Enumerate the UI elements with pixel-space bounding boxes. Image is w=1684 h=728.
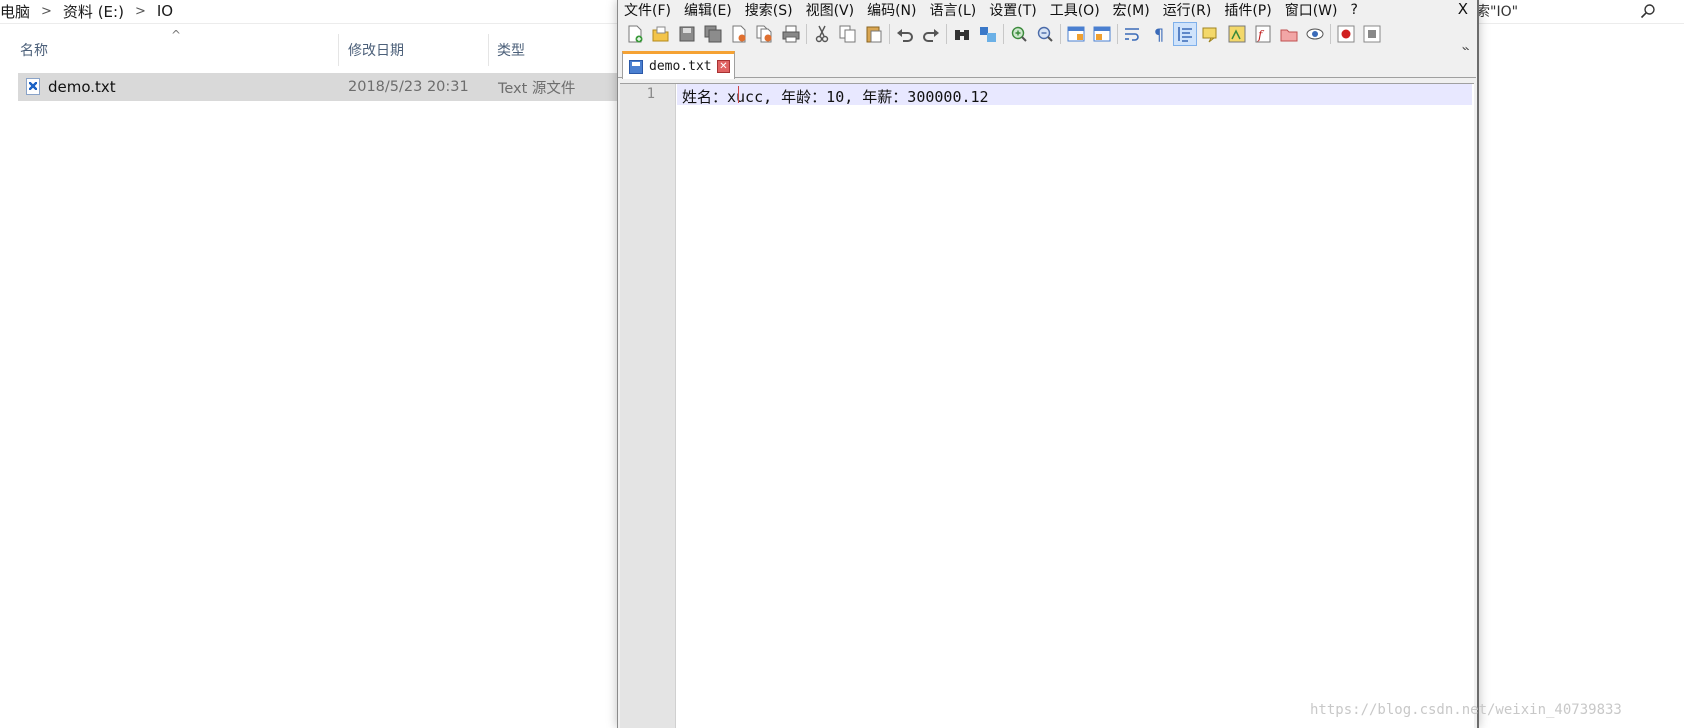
svg-text:¶: ¶ [1154,25,1164,43]
column-header-name[interactable]: 名称 [20,34,340,66]
menu-bar: 文件(F) 编辑(E) 搜索(S) 视图(V) 编码(N) 语言(L) 设置(T… [618,0,1476,20]
sync-vertical-icon[interactable] [1065,23,1087,45]
file-name: demo.txt [48,78,116,96]
menu-edit[interactable]: 编辑(E) [678,0,739,20]
menu-search[interactable]: 搜索(S) [739,0,800,20]
doc-map-icon[interactable] [1226,23,1248,45]
menu-view[interactable]: 视图(V) [800,0,862,20]
toolbar-separator [1117,24,1118,44]
breadcrumb-item-computer[interactable]: 电脑 [0,1,30,22]
file-date: 2018/5/23 20:31 [348,79,469,95]
menu-window[interactable]: 窗口(W) [1279,0,1345,20]
editor-line-text[interactable]: 姓名：xucc, 年龄：10, 年薪：300000.12 [682,86,989,107]
show-all-chars-icon[interactable]: ¶ [1148,23,1170,45]
menu-help[interactable]: ? [1345,2,1365,18]
search-input[interactable]: 索"IO" [1474,0,1684,22]
menu-file[interactable]: 文件(F) [618,0,678,20]
breadcrumb-item-drive[interactable]: 资料 (E:) [63,1,124,22]
zoom-in-icon[interactable] [1008,23,1030,45]
tab-label: demo.txt [649,59,712,74]
line-number-gutter: 1 [620,84,676,728]
menu-encoding[interactable]: 编码(N) [861,0,923,20]
close-file-icon[interactable] [728,23,750,45]
column-header-type[interactable]: 类型 [497,34,617,66]
user-language-icon[interactable] [1200,23,1222,45]
function-list-icon[interactable]: f [1252,23,1274,45]
close-all-icon[interactable] [754,23,776,45]
print-icon[interactable] [780,23,802,45]
copy-icon[interactable] [837,23,859,45]
toolbar-separator [946,24,947,44]
file-type: Text 源文件 [498,80,576,97]
toolbar: ¶ f » [618,20,1476,58]
cut-icon[interactable] [811,23,833,45]
column-divider[interactable] [488,34,489,66]
replace-icon[interactable] [977,23,999,45]
open-file-icon[interactable] [650,23,672,45]
document-tab-bar: demo.txt ✕ [618,50,1476,79]
menu-run[interactable]: 运行(R) [1157,0,1219,20]
save-icon[interactable] [676,23,698,45]
indent-guide-icon[interactable] [1173,22,1197,46]
close-document-button[interactable]: X [1458,0,1468,18]
toolbar-separator [1060,24,1061,44]
tab-close-icon[interactable]: ✕ [717,60,730,73]
toolbar-separator [889,24,890,44]
toolbar-separator [806,24,807,44]
chevron-right-icon: > [41,3,52,19]
text-editor[interactable]: 1 姓名：xucc, 年龄：10, 年薪：300000.12 [620,83,1474,728]
folder-workspace-icon[interactable] [1278,23,1300,45]
watermark-text: https://blog.csdn.net/weixin_40739833 [1310,702,1622,718]
new-file-icon[interactable] [624,23,646,45]
chevron-right-icon: > [134,3,146,19]
find-icon[interactable] [951,23,973,45]
menu-language[interactable]: 语言(L) [924,0,984,20]
search-input-text: 索"IO" [1476,4,1519,20]
paste-icon[interactable] [863,23,885,45]
menu-tools[interactable]: 工具(O) [1044,0,1107,20]
stop-macro-icon[interactable] [1361,23,1383,45]
breadcrumb-item-folder[interactable]: IO [157,2,173,20]
menu-macro[interactable]: 宏(M) [1107,0,1157,20]
save-all-icon[interactable] [702,23,724,45]
word-wrap-icon[interactable] [1122,23,1144,45]
toolbar-separator [1003,24,1004,44]
column-header-date[interactable]: 修改日期 [348,34,488,66]
text-caret [738,86,739,103]
toolbar-separator [1330,24,1331,44]
line-number: 1 [646,86,655,102]
zoom-out-icon[interactable] [1034,23,1056,45]
saved-file-icon [629,59,643,74]
monitoring-eye-icon[interactable] [1304,23,1326,45]
tab-demo-txt[interactable]: demo.txt ✕ [622,51,735,79]
notepadpp-window: 文件(F) 编辑(E) 搜索(S) 视图(V) 编码(N) 语言(L) 设置(T… [617,0,1479,728]
menu-plugins[interactable]: 插件(P) [1218,0,1278,20]
breadcrumb: 电脑 > 资料 (E:) > IO [0,0,700,22]
vscode-file-icon [26,78,40,95]
search-icon[interactable] [1640,3,1656,19]
menu-settings[interactable]: 设置(T) [983,0,1043,20]
column-divider[interactable] [338,34,339,66]
file-row[interactable]: demo.txt 2018/5/23 20:31 Text 源文件 [18,73,618,101]
undo-icon[interactable] [894,23,916,45]
redo-icon[interactable] [920,23,942,45]
sync-horizontal-icon[interactable] [1091,23,1113,45]
record-macro-icon[interactable] [1335,23,1357,45]
